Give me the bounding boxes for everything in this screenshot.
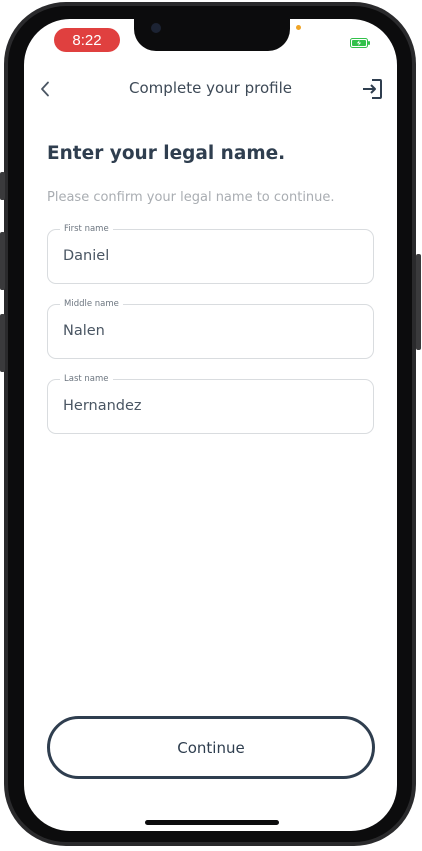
front-camera — [151, 23, 161, 33]
last-name-field[interactable]: Last name — [47, 373, 374, 434]
middle-name-input[interactable] — [63, 319, 353, 343]
power-button — [416, 254, 421, 350]
home-indicator[interactable] — [145, 820, 279, 825]
volume-down-button — [0, 314, 5, 372]
app-screen: 8:22 Complete your profile Enter your le… — [24, 19, 397, 831]
status-time: 8:22 — [54, 28, 120, 52]
last-name-input[interactable] — [63, 394, 353, 418]
form-heading: Enter your legal name. — [47, 143, 286, 164]
sign-out-icon[interactable] — [361, 78, 383, 100]
privacy-indicator-dot — [296, 25, 301, 30]
middle-name-field[interactable]: Middle name — [47, 298, 374, 359]
notch — [134, 19, 290, 51]
form-instructions: Please confirm your legal name to contin… — [47, 190, 335, 205]
middle-name-label: Middle name — [60, 298, 123, 310]
first-name-field[interactable]: First name — [47, 223, 374, 284]
mute-switch — [0, 172, 5, 200]
charging-battery-icon — [350, 38, 370, 48]
last-name-label: Last name — [60, 373, 113, 385]
page-title: Complete your profile — [129, 79, 292, 97]
first-name-input[interactable] — [63, 244, 353, 268]
first-name-label: First name — [60, 223, 113, 235]
continue-button[interactable]: Continue — [47, 716, 375, 779]
volume-up-button — [0, 232, 5, 290]
